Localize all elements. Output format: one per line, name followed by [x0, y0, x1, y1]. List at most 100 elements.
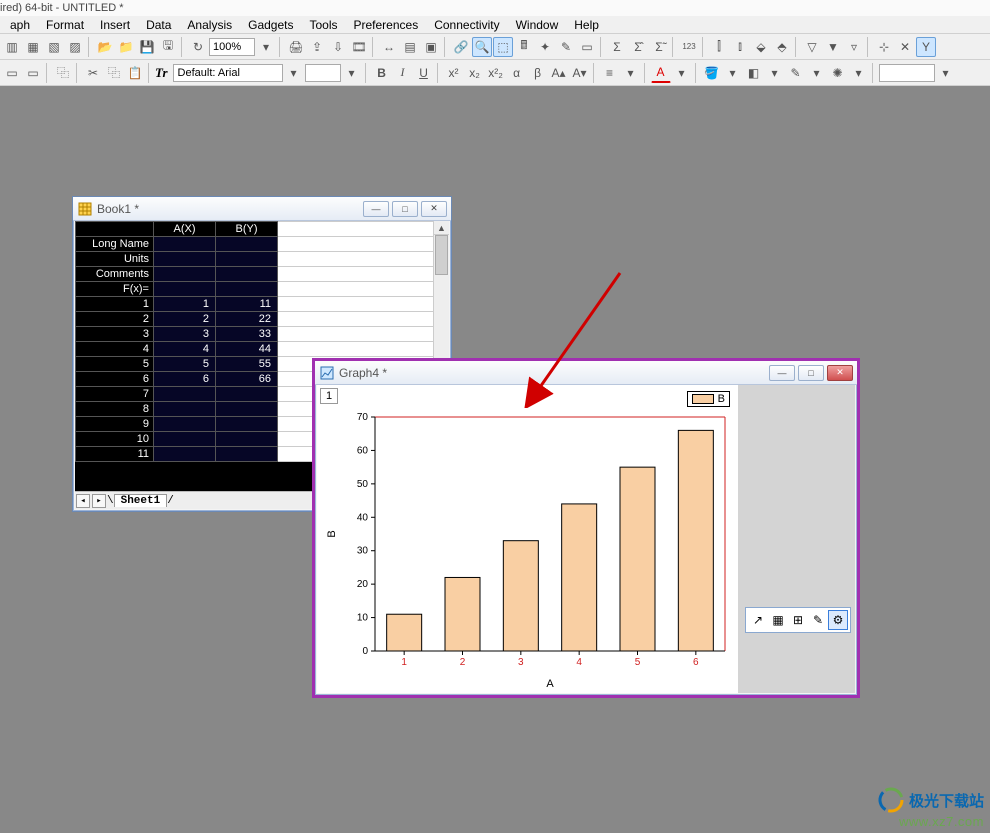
row-number[interactable]: 3	[76, 327, 154, 342]
cell[interactable]	[154, 447, 216, 462]
graph-window[interactable]: Graph4 * — □ ✕ ↗ ▦ ⊞ ✎ ⚙	[312, 358, 860, 698]
greek-icon[interactable]: α	[507, 63, 527, 83]
workbook-maximize-button[interactable]: □	[392, 201, 418, 217]
menu-format[interactable]: Format	[38, 18, 92, 32]
bold-button[interactable]: B	[372, 63, 392, 83]
menu-tools[interactable]: Tools	[301, 18, 345, 32]
row-number[interactable]: 5	[76, 357, 154, 372]
sigma-icon[interactable]: Σ	[607, 37, 627, 57]
layer-icon[interactable]: ▤	[400, 37, 420, 57]
cell[interactable]	[216, 432, 278, 447]
menu-insert[interactable]: Insert	[92, 18, 138, 32]
sigma3-icon[interactable]: Σ̃	[649, 37, 669, 57]
menu-connectivity[interactable]: Connectivity	[426, 18, 507, 32]
cell[interactable]: 33	[216, 327, 278, 342]
cell[interactable]	[216, 402, 278, 417]
row-number[interactable]: 8	[76, 402, 154, 417]
row-header[interactable]: Units	[76, 252, 154, 267]
export-icon[interactable]: ⇪	[307, 37, 327, 57]
corner-cell[interactable]	[76, 222, 154, 237]
row-number[interactable]: 2	[76, 312, 154, 327]
cell[interactable]: 2	[154, 312, 216, 327]
decrease-font-icon[interactable]: A▾	[570, 63, 590, 83]
open-template-icon[interactable]: 📁	[116, 37, 136, 57]
font-color-icon[interactable]: A	[651, 63, 671, 83]
cell[interactable]	[216, 387, 278, 402]
menu-data[interactable]: Data	[138, 18, 179, 32]
menu-window[interactable]: Window	[508, 18, 567, 32]
copy-icon[interactable]: ⿻	[104, 63, 124, 83]
mini-speed-icon[interactable]: ⊞	[788, 610, 808, 630]
col-header-a[interactable]: A(X)	[154, 222, 216, 237]
filter3-icon[interactable]: ▿	[844, 37, 864, 57]
cell[interactable]	[154, 432, 216, 447]
paste-format-icon[interactable]: ▭	[23, 63, 43, 83]
copy-format-icon[interactable]: ▭	[2, 63, 22, 83]
cell[interactable]	[154, 402, 216, 417]
region-icon[interactable]: ▭	[577, 37, 597, 57]
annotate-icon[interactable]: ✎	[556, 37, 576, 57]
workbook-titlebar[interactable]: Book1 * — □ ✕	[73, 197, 451, 221]
zoom-dropdown-icon[interactable]: ▾	[256, 37, 276, 57]
row-header[interactable]: Long Name	[76, 237, 154, 252]
new-project-icon[interactable]: ▥	[2, 37, 22, 57]
col-plot1-icon[interactable]: ⫿	[709, 37, 729, 57]
mini-rescale-icon[interactable]: ↗	[748, 610, 768, 630]
calculator-icon[interactable]: 🖩	[514, 37, 534, 57]
light-icon[interactable]: ✺	[828, 63, 848, 83]
style-combo[interactable]	[879, 64, 935, 82]
cell[interactable]: 1	[154, 297, 216, 312]
cell[interactable]: 6	[154, 372, 216, 387]
workbook-close-button[interactable]: ✕	[421, 201, 447, 217]
row-number[interactable]: 1	[76, 297, 154, 312]
clone-icon[interactable]: ⿻	[53, 63, 73, 83]
add-layer-icon[interactable]: ▣	[421, 37, 441, 57]
cut-icon[interactable]: ✂	[83, 63, 103, 83]
graph-close-button[interactable]: ✕	[827, 365, 853, 381]
refresh-icon[interactable]: ↻	[188, 37, 208, 57]
sheet-nav-next-icon[interactable]: ▸	[92, 494, 106, 508]
workbook-minimize-button[interactable]: —	[363, 201, 389, 217]
data-reader-icon[interactable]: 🔍	[472, 37, 492, 57]
line-style-icon[interactable]: ≡	[600, 63, 620, 83]
cell[interactable]	[216, 417, 278, 432]
row-header[interactable]: F(x)=	[76, 282, 154, 297]
row-number[interactable]: 11	[76, 447, 154, 462]
scroll-up-icon[interactable]: ▲	[434, 221, 449, 235]
cross-icon[interactable]: ✕	[895, 37, 915, 57]
style-dd-icon[interactable]: ▾	[936, 63, 956, 83]
cell[interactable]	[154, 387, 216, 402]
menu-preferences[interactable]: Preferences	[346, 18, 427, 32]
col-plot4-icon[interactable]: ⬘	[772, 37, 792, 57]
filter2-icon[interactable]: ▼	[823, 37, 843, 57]
mini-settings-icon[interactable]: ⚙	[828, 610, 848, 630]
marker-icon[interactable]: ⊹	[874, 37, 894, 57]
sheet-nav-prev-icon[interactable]: ◂	[76, 494, 90, 508]
graph-maximize-button[interactable]: □	[798, 365, 824, 381]
cell[interactable]: 66	[216, 372, 278, 387]
line-style-dd-icon[interactable]: ▾	[621, 63, 641, 83]
row-number[interactable]: 6	[76, 372, 154, 387]
light-dd-icon[interactable]: ▾	[849, 63, 869, 83]
greek2-icon[interactable]: β	[528, 63, 548, 83]
row-number[interactable]: 10	[76, 432, 154, 447]
underline-button[interactable]: U	[414, 63, 434, 83]
col-header-b[interactable]: B(Y)	[216, 222, 278, 237]
row-number[interactable]: 4	[76, 342, 154, 357]
new-matrix-icon[interactable]: ▨	[65, 37, 85, 57]
digits-icon[interactable]: 123	[679, 37, 699, 57]
supersub-icon[interactable]: x²₂	[486, 63, 506, 83]
bg-color-icon[interactable]: ◧	[744, 63, 764, 83]
font-color-dd-icon[interactable]: ▾	[672, 63, 692, 83]
zoom-combo[interactable]: 100%	[209, 38, 255, 56]
mini-brush-icon[interactable]: ✎	[808, 610, 828, 630]
mini-grid-icon[interactable]: ▦	[768, 610, 788, 630]
print-icon[interactable]: 🖨	[286, 37, 306, 57]
italic-button[interactable]: I	[393, 63, 413, 83]
cell[interactable]: 44	[216, 342, 278, 357]
superscript-icon[interactable]: x²	[444, 63, 464, 83]
cell[interactable]: 5	[154, 357, 216, 372]
bg-dd-icon[interactable]: ▾	[765, 63, 785, 83]
sigma2-icon[interactable]: Σ̂	[628, 37, 648, 57]
menu-analysis[interactable]: Analysis	[179, 18, 240, 32]
